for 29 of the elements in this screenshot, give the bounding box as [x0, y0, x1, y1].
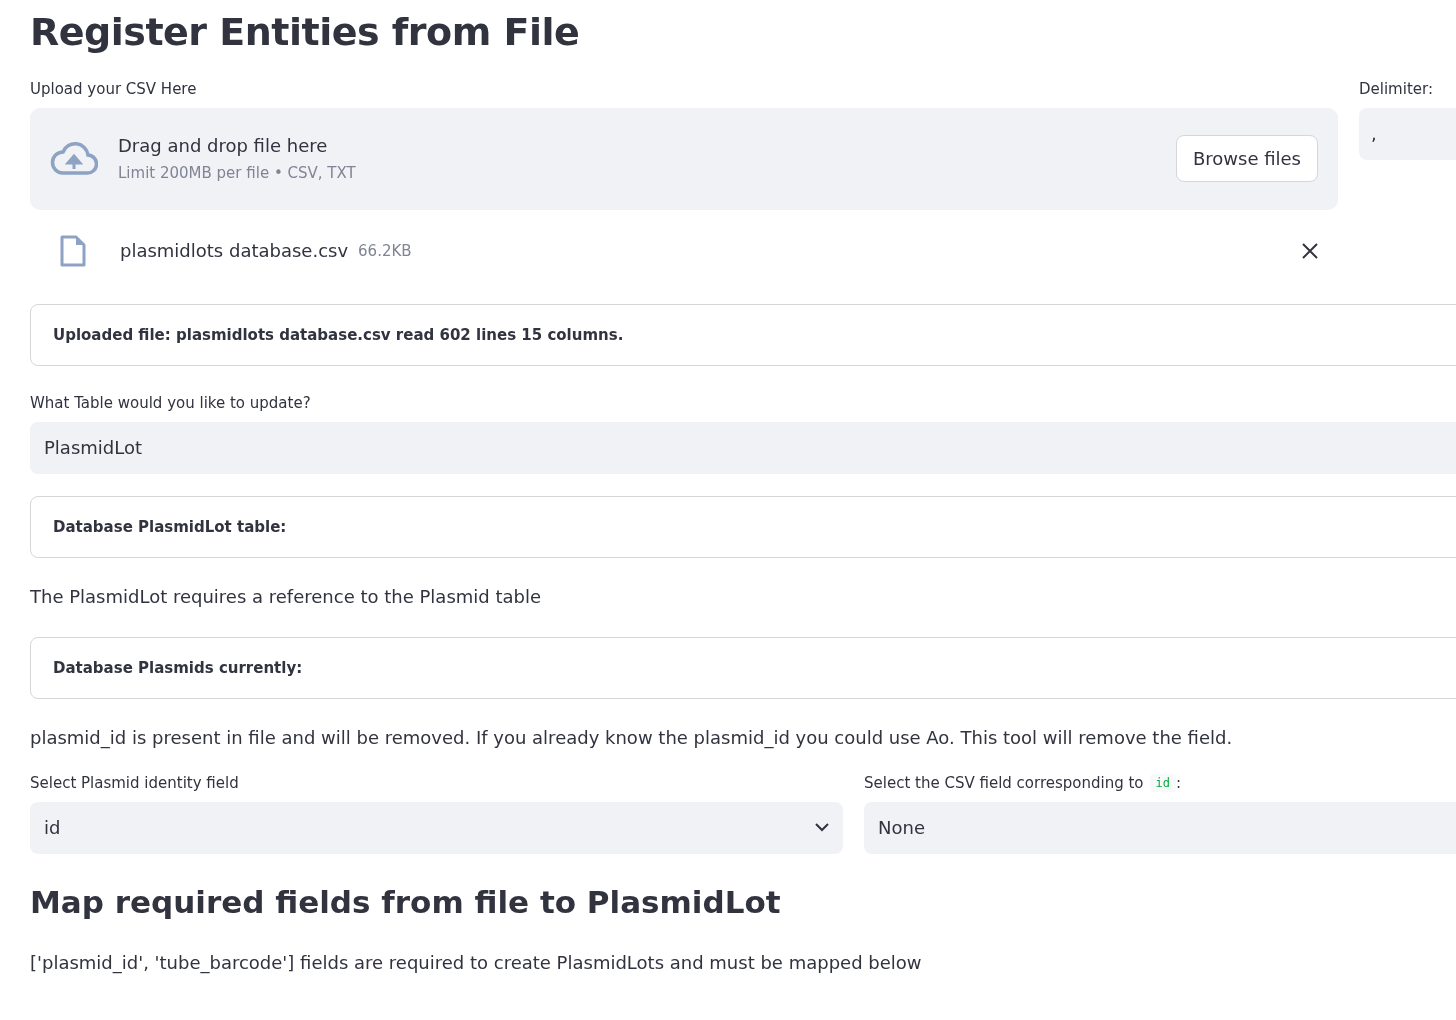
file-size: 66.2KB	[358, 241, 413, 260]
select-dropdown[interactable]: None	[864, 801, 1456, 854]
file-name: plasmidlots database.csv	[120, 240, 349, 262]
info-box: Database PlasmidLot table:	[30, 495, 1456, 558]
table-select-label: What Table would you like to update?	[30, 393, 312, 412]
code-snippet: id	[1149, 773, 1176, 792]
required-fields-text: ['plasmid_id', 'tube_barcode'] fields are required to create PlasmidLots and must be mapped below	[30, 951, 923, 973]
info-box: Uploaded file: plasmidlots database.csv read 602 lines 15 columns.	[30, 303, 1456, 366]
select-dropdown[interactable]: id	[30, 801, 843, 854]
table-select[interactable]: PlasmidLot	[30, 421, 1456, 474]
file-limit-text: Limit 200MB per file • CSV, TXT	[118, 164, 357, 183]
select-label: Select Plasmid identity field	[30, 773, 239, 792]
section-heading: Map required fields from file to PlasmidLot	[30, 883, 782, 920]
browse-files-button[interactable]: Browse files	[1175, 135, 1318, 183]
delimiter-label: Delimiter:	[1359, 79, 1434, 98]
drop-instruction: Drag and drop file here	[118, 135, 329, 157]
cloud-upload-icon	[50, 140, 98, 177]
info-box: Database Plasmids currently:	[30, 636, 1456, 699]
page-title: Register Entities from File	[30, 10, 581, 56]
file-icon	[60, 234, 86, 267]
select-label: Select the CSV field corresponding to	[864, 773, 1144, 792]
chevron-down-icon	[815, 823, 829, 833]
delimiter-field[interactable]: ,	[1359, 107, 1456, 160]
file-drop-zone[interactable]: Drag and drop file here Limit 200MB per file • CSV, TXT Browse files	[30, 107, 1338, 210]
label-colon: :	[1176, 773, 1182, 792]
info-paragraph: The PlasmidLot requires a reference to the Plasmid table	[30, 585, 543, 607]
info-paragraph: plasmid_id is present in file and will be removed. If you already know the plasmid_id you could use Ao. This tool will remove the field.	[30, 726, 1234, 748]
close-icon[interactable]	[1302, 242, 1318, 259]
upload-label: Upload your CSV Here	[30, 79, 198, 98]
